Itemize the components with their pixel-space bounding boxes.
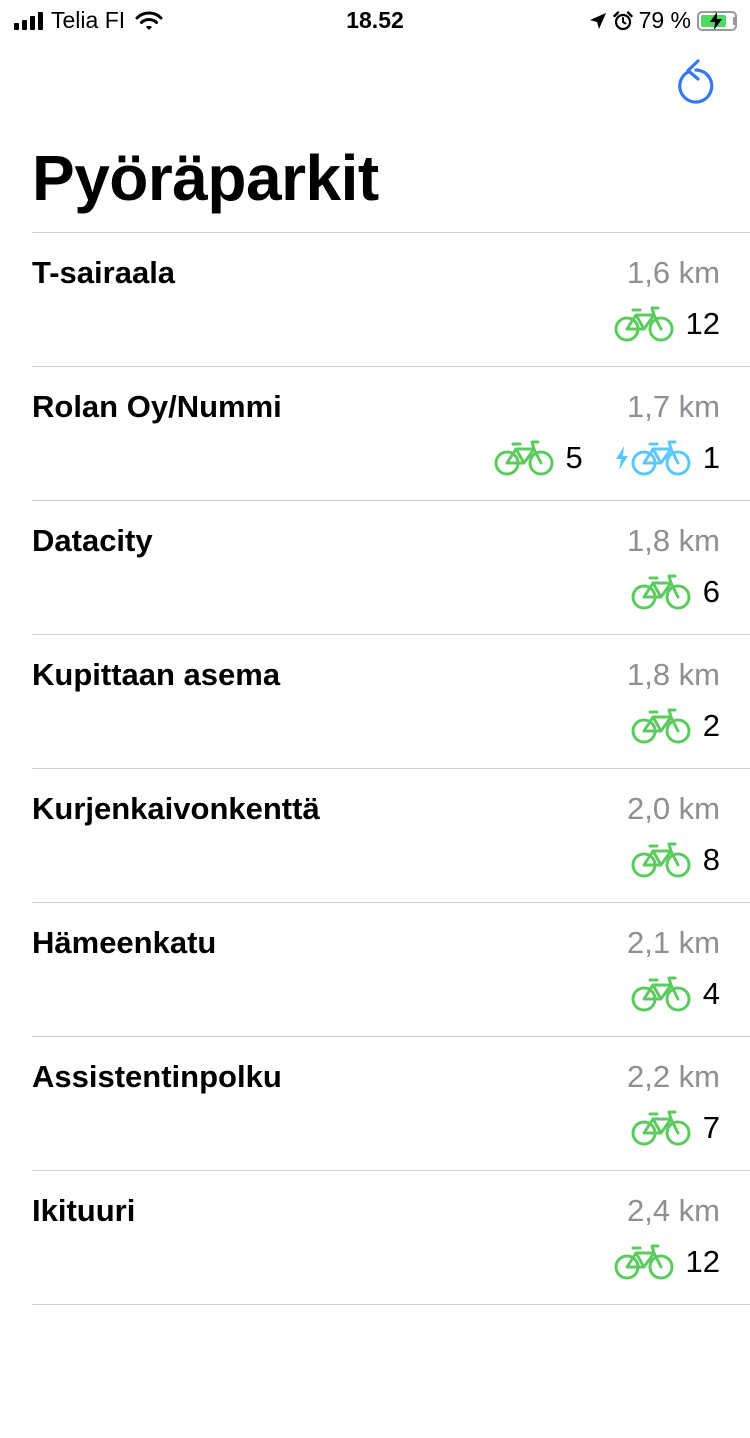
ebike-availability: 1 <box>615 439 720 477</box>
battery-percent: 79 % <box>638 7 691 33</box>
station-distance: 1,7 km <box>626 389 720 424</box>
station-name: Kurjenkaivonkenttä <box>32 791 320 826</box>
station-name: Rolan Oy/Nummi <box>32 389 282 424</box>
station-row-partial[interactable] <box>32 1304 750 1438</box>
station-row[interactable]: T-sairaala 1,6 km 12 <box>32 232 750 366</box>
station-name: Assistentinpolku <box>32 1059 282 1094</box>
bike-count: 7 <box>702 1110 720 1145</box>
station-bikes: 4 <box>631 975 720 1013</box>
status-bar: Telia FI 18.52 79 % <box>0 0 750 40</box>
station-bikes: 7 <box>631 1109 720 1147</box>
bicycle-icon <box>631 1110 691 1146</box>
page-title: Pyöräparkit <box>32 142 379 214</box>
bicycle-icon <box>494 440 553 476</box>
station-distance: 1,6 km <box>626 255 720 290</box>
bike-count: 12 <box>685 1244 720 1279</box>
station-row[interactable]: Datacity 1,8 km 6 <box>32 500 750 634</box>
station-bikes: 8 <box>631 841 720 879</box>
station-distance: 2,1 km <box>626 925 720 960</box>
station-name: Ikituuri <box>32 1193 136 1228</box>
station-bikes: 51 <box>494 439 720 477</box>
station-distance: 2,2 km <box>626 1059 720 1094</box>
bike-count: 4 <box>702 976 720 1011</box>
electric-bicycle-icon <box>631 440 691 476</box>
bike-count: 6 <box>702 574 720 609</box>
station-list: T-sairaala 1,6 km 12 Rolan Oy/Nummi 1,7 km 5 1… <box>0 232 750 1438</box>
station-name: Kupittaan asema <box>32 657 281 692</box>
station-name: Hämeenkatu <box>32 925 217 960</box>
bicycle-icon <box>614 306 674 342</box>
bike-availability: 2 <box>631 707 720 745</box>
station-row[interactable]: Ikituuri 2,4 km 12 <box>32 1170 750 1304</box>
charging-bolt-icon <box>710 11 722 30</box>
bike-count: 2 <box>702 708 720 743</box>
bicycle-icon <box>614 1244 674 1280</box>
bike-count: 5 <box>565 440 583 475</box>
station-row[interactable]: Kupittaan asema 1,8 km 2 <box>32 634 750 768</box>
bike-availability: 12 <box>614 305 720 343</box>
station-distance: 1,8 km <box>626 523 720 558</box>
bike-availability: 8 <box>631 841 720 879</box>
bike-availability: 7 <box>631 1109 720 1147</box>
station-row[interactable]: Hämeenkatu 2,1 km 4 <box>32 902 750 1036</box>
bicycle-icon <box>631 708 691 744</box>
status-bar-right: 79 % <box>589 7 737 34</box>
station-bikes: 12 <box>614 1243 720 1281</box>
station-row[interactable]: Assistentinpolku 2,2 km 7 <box>32 1036 750 1170</box>
station-row[interactable]: Kurjenkaivonkenttä 2,0 km 8 <box>32 768 750 902</box>
bike-availability: 6 <box>631 573 720 611</box>
station-distance: 2,0 km <box>626 791 720 826</box>
station-distance: 1,8 km <box>626 657 720 692</box>
refresh-button[interactable] <box>672 56 720 108</box>
refresh-icon <box>678 59 714 104</box>
bicycle-icon <box>631 842 691 878</box>
station-name: T-sairaala <box>32 255 176 290</box>
bike-availability: 4 <box>631 975 720 1013</box>
station-bikes: 6 <box>631 573 720 611</box>
battery-icon <box>697 10 737 31</box>
ebike-count: 1 <box>702 440 720 475</box>
station-bikes: 12 <box>614 305 720 343</box>
bike-count: 12 <box>685 306 720 341</box>
bike-count: 8 <box>702 842 720 877</box>
alarm-clock-icon <box>612 10 633 30</box>
bike-availability: 12 <box>614 1243 720 1281</box>
bicycle-icon <box>631 976 691 1012</box>
bike-availability: 5 <box>494 439 583 477</box>
station-row[interactable]: Rolan Oy/Nummi 1,7 km 5 1 <box>32 366 750 500</box>
lightning-bolt-icon <box>615 446 628 470</box>
station-bikes: 2 <box>631 707 720 745</box>
station-distance: 2,4 km <box>626 1193 720 1228</box>
location-arrow-icon <box>589 12 606 29</box>
station-name: Datacity <box>32 523 153 558</box>
bicycle-icon <box>631 574 691 610</box>
